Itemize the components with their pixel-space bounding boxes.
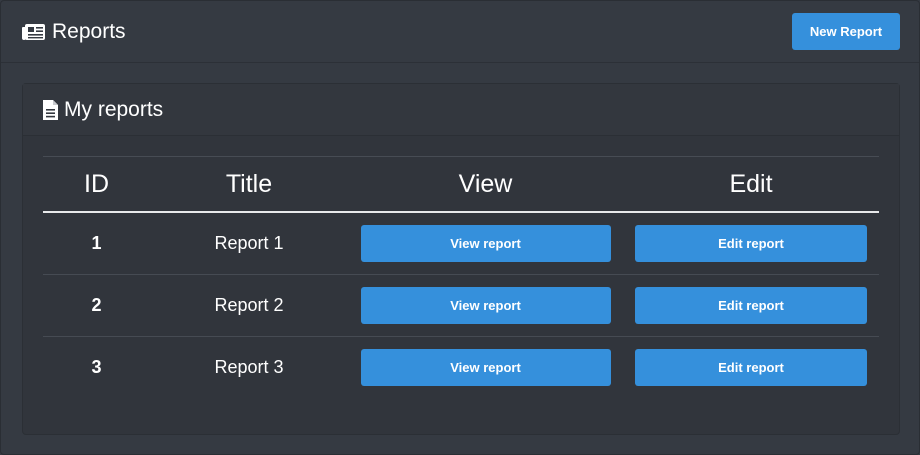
new-report-button[interactable]: New Report <box>792 13 900 50</box>
file-icon <box>42 99 59 121</box>
view-cell: View report <box>348 337 623 399</box>
edit-cell: Edit report <box>623 274 879 337</box>
view-report-button[interactable]: View report <box>360 349 611 386</box>
page-title: Reports <box>21 18 126 46</box>
report-title: Report 3 <box>214 357 284 377</box>
view-cell: View report <box>348 212 623 275</box>
report-id: 1 <box>43 212 150 275</box>
card-title: My reports <box>42 96 163 124</box>
edit-cell: Edit report <box>623 212 879 275</box>
my-reports-card: My reports ID Title View Edit 1 Report 1… <box>22 83 900 435</box>
column-header-id: ID <box>43 156 150 213</box>
card-title-text: My reports <box>64 98 164 121</box>
table-row: 3 Report 3 View report Edit report <box>43 337 879 399</box>
view-cell: View report <box>348 274 623 337</box>
column-header-edit: Edit <box>623 156 879 213</box>
table-header-row: ID Title View Edit <box>43 156 879 213</box>
table-row: 2 Report 2 View report Edit report <box>43 274 879 337</box>
view-report-button[interactable]: View report <box>360 287 611 324</box>
column-header-title: Title <box>150 156 348 213</box>
edit-report-button[interactable]: Edit report <box>635 349 867 386</box>
view-report-button[interactable]: View report <box>360 225 611 262</box>
edit-report-button[interactable]: Edit report <box>635 225 867 262</box>
page-title-text: Reports <box>52 20 126 43</box>
reports-table: ID Title View Edit 1 Report 1 View repor… <box>43 156 879 398</box>
report-title: Report 2 <box>150 274 348 337</box>
report-title: Report 1 <box>150 212 348 275</box>
report-id: 3 <box>91 357 102 377</box>
column-header-view: View <box>348 156 623 213</box>
app-window: Reports New Report My reports ID Title V… <box>0 0 920 455</box>
top-bar: Reports New Report <box>1 1 919 63</box>
report-id: 2 <box>43 274 150 337</box>
edit-report-button[interactable]: Edit report <box>635 287 867 324</box>
card-header: My reports <box>23 84 899 136</box>
edit-cell: Edit report <box>623 337 879 399</box>
table-row: 1 Report 1 View report Edit report <box>43 212 879 275</box>
newspaper-icon <box>21 22 46 42</box>
